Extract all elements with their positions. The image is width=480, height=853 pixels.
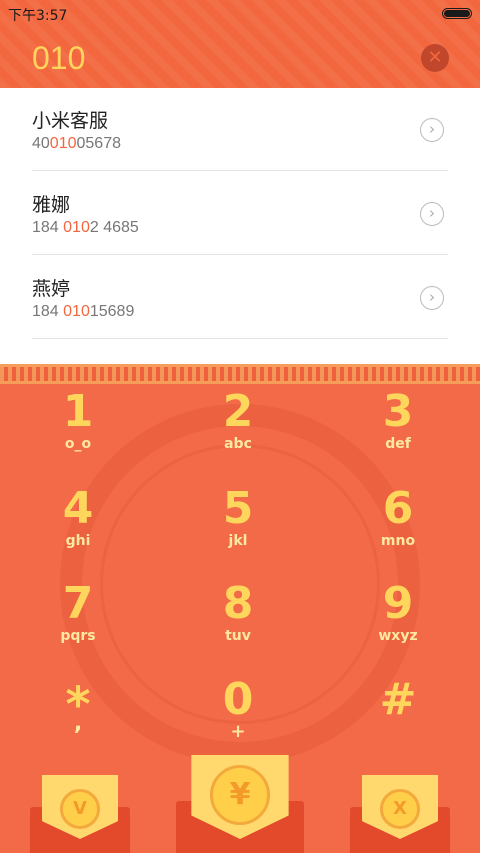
clear-button[interactable]: ✕ (421, 44, 449, 72)
contact-row[interactable]: 小米客服 4001005678 › (0, 88, 480, 172)
key-digit: 0 (222, 674, 254, 725)
contact-name: 燕婷 (32, 278, 71, 300)
key-9[interactable]: 9 wxyz (338, 578, 458, 645)
red-envelope-center[interactable]: ¥ (176, 755, 304, 853)
key-digit: 7 (62, 578, 94, 629)
key-letters: o_o (64, 436, 92, 452)
key-letters: abc (224, 436, 252, 452)
divider (32, 170, 448, 171)
red-envelope-left[interactable]: V (30, 775, 130, 853)
divider (32, 254, 448, 255)
contact-row[interactable]: 燕婷 184 01015689 › (0, 256, 480, 340)
key-digit: 6 (382, 483, 414, 534)
key-letters: + (230, 721, 246, 742)
key-digit: 4 (62, 483, 94, 534)
key-6[interactable]: 6 mno (338, 483, 458, 550)
key-1[interactable]: 1 o_o (18, 386, 138, 453)
key-8[interactable]: 8 tuv (178, 578, 298, 645)
coin-x-icon: X (380, 789, 420, 829)
key-letters: jkl (228, 533, 248, 549)
number-suffix: 15689 (89, 303, 135, 320)
number-match: 010 (63, 303, 90, 320)
key-letters: mno (380, 533, 416, 549)
key-letters: def (385, 436, 411, 452)
key-letters: tuv (225, 628, 251, 644)
search-header: 下午3:57 010 ✕ (0, 0, 480, 88)
contact-number: 4001005678 (32, 135, 121, 153)
red-envelope-right[interactable]: X (350, 775, 450, 853)
key-digit: 9 (382, 578, 414, 629)
key-digit: 2 (222, 386, 254, 437)
key-0[interactable]: 0 + (178, 674, 298, 742)
key-5[interactable]: 5 jkl (178, 483, 298, 550)
contact-row[interactable]: 雅娜 184 0102 4685 › (0, 172, 480, 256)
dial-keypad: 1 o_o 2 abc 3 def 4 ghi 5 jkl 6 mno 7 pq… (0, 364, 480, 853)
number-match: 010 (63, 219, 90, 236)
key-digit: 1 (62, 386, 94, 437)
key-letters: wxyz (378, 628, 418, 644)
coin-v-icon: V (60, 789, 100, 829)
key-3[interactable]: 3 def (338, 386, 458, 453)
key-digit: 8 (222, 578, 254, 629)
chevron-right-icon[interactable]: › (420, 286, 444, 310)
key-4[interactable]: 4 ghi (18, 483, 138, 550)
chevron-right-icon[interactable]: › (420, 202, 444, 226)
dialer-screen: 下午3:57 010 ✕ 小米客服 4001005678 › 雅娜 184 01… (0, 0, 480, 853)
key-letters: pqrs (60, 628, 96, 644)
contact-number: 184 01015689 (32, 303, 134, 321)
key-star[interactable]: * , (18, 680, 138, 736)
key-2[interactable]: 2 abc (178, 386, 298, 453)
number-prefix: 184 (32, 219, 64, 236)
chevron-right-icon[interactable]: › (420, 118, 444, 142)
key-digit: 3 (382, 386, 414, 437)
contact-number: 184 0102 4685 (32, 219, 139, 237)
battery-icon (442, 8, 472, 19)
key-digit: # (379, 674, 417, 725)
number-prefix: 184 (32, 303, 64, 320)
key-letters: , (73, 711, 83, 736)
number-prefix: 40 (32, 135, 50, 152)
contact-name: 雅娜 (32, 194, 71, 216)
key-digit: 5 (222, 483, 254, 534)
number-suffix: 05678 (76, 135, 122, 152)
number-match: 010 (49, 135, 77, 152)
decorative-border (0, 364, 480, 384)
contact-results-list: 小米客服 4001005678 › 雅娜 184 0102 4685 › 燕婷 … (0, 88, 480, 364)
coin-yuan-icon: ¥ (210, 765, 270, 825)
divider (32, 338, 448, 339)
key-hash[interactable]: # (338, 676, 458, 724)
key-7[interactable]: 7 pqrs (18, 578, 138, 645)
status-time: 下午3:57 (8, 8, 68, 24)
dial-query[interactable]: 010 (32, 40, 85, 77)
contact-name: 小米客服 (32, 110, 109, 132)
key-letters: ghi (65, 533, 91, 549)
number-suffix: 2 4685 (89, 219, 139, 236)
